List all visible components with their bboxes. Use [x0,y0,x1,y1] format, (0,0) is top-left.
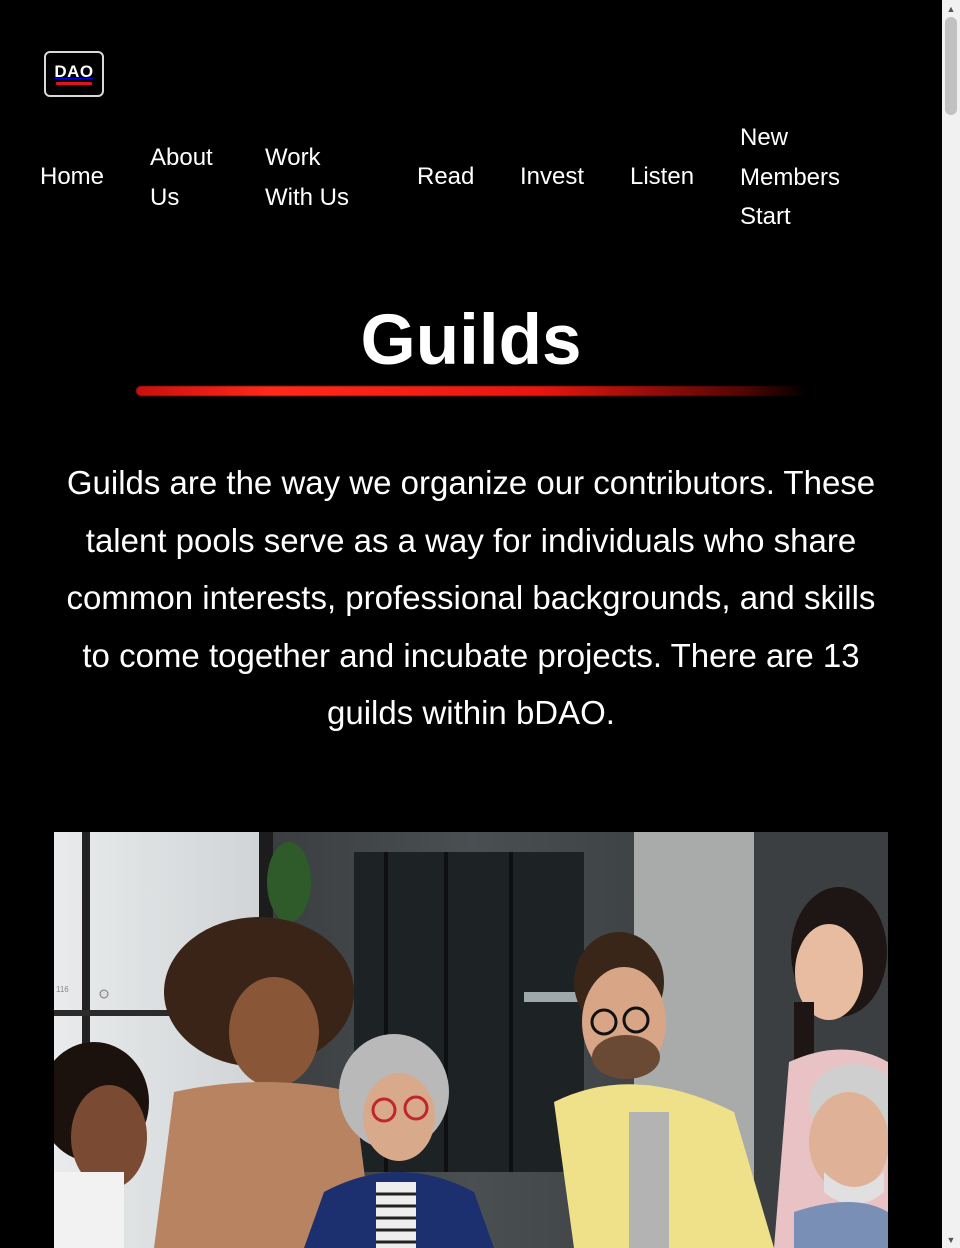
intro-paragraph: Guilds are the way we organize our contr… [66,464,876,731]
wall-tag: 116 [56,985,69,994]
vertical-scrollbar[interactable]: ▲ ▼ [942,0,960,1248]
scrollbar-thumb[interactable] [945,17,957,115]
nav-invest-link[interactable]: Invest [520,157,584,197]
logo-text: DAO [54,62,94,81]
page: DAO Home About Us Work With Us Read Inve… [0,0,942,1248]
nav-new-members-start-link[interactable]: New Members Start [740,118,860,237]
dao-logo[interactable]: DAO [44,51,104,97]
nav-home-link[interactable]: Home [40,157,104,197]
logo-accent-bar [56,82,92,85]
team-photo: 116 [54,832,888,1248]
scroll-up-arrow-icon[interactable]: ▲ [942,0,960,17]
nav-read-link[interactable]: Read [417,157,474,197]
nav-about-link[interactable]: About Us [150,138,240,217]
scroll-down-arrow-icon[interactable]: ▼ [942,1231,960,1248]
nav-work-with-us-link[interactable]: Work With Us [265,138,375,217]
nav-listen-link[interactable]: Listen [630,157,694,197]
page-title: Guilds [360,301,582,380]
title-underline [136,386,808,396]
